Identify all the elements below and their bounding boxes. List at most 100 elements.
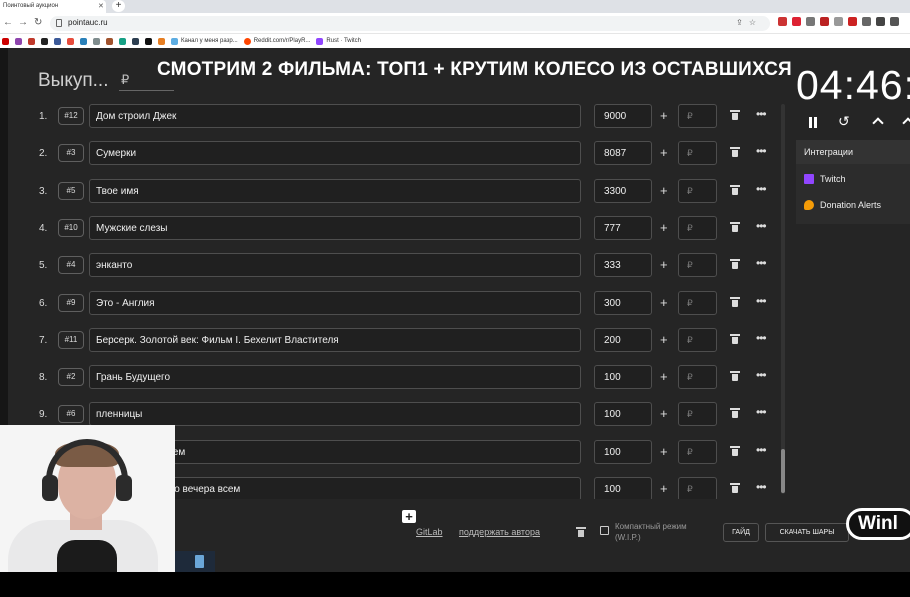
bookmark[interactable] [41, 37, 48, 45]
bookmark[interactable] [15, 37, 22, 45]
add-lot-icon[interactable]: + [402, 510, 416, 523]
more-icon[interactable]: ••• [756, 219, 767, 233]
menu-icon[interactable] [890, 17, 899, 26]
lot-name-input[interactable]: Грань Будущего [89, 365, 581, 390]
trash-icon[interactable] [730, 221, 740, 232]
lot-name-input[interactable]: Это - Англия [89, 290, 581, 315]
extension-icon[interactable] [806, 17, 815, 26]
support-author-link[interactable]: поддержать автора [459, 527, 540, 537]
bookmark[interactable] [28, 37, 35, 45]
lot-amount-input[interactable]: 3300 [594, 178, 652, 203]
extension-icon[interactable] [862, 17, 871, 26]
trash-icon[interactable] [730, 445, 740, 456]
bookmark[interactable]: Канал у меня разр... [171, 37, 238, 45]
lot-name-input[interactable]: пленницы [89, 402, 581, 427]
chevron-up-icon[interactable] [872, 117, 884, 129]
lot-amount-input[interactable]: 200 [594, 327, 652, 352]
bookmark[interactable]: Rust · Twitch [316, 37, 361, 45]
bookmark[interactable] [2, 37, 9, 45]
close-icon[interactable]: ✕ [98, 2, 104, 10]
lot-name-input[interactable]: Дом строил Джек [89, 104, 581, 128]
more-icon[interactable]: ••• [756, 107, 767, 121]
add-amount-icon[interactable]: + [660, 257, 668, 272]
more-icon[interactable]: ••• [756, 182, 767, 196]
add-amount-input[interactable]: ₽ [678, 290, 717, 315]
clear-all-trash-icon[interactable] [576, 527, 586, 537]
add-amount-input[interactable]: ₽ [678, 178, 717, 203]
bookmark[interactable] [145, 37, 152, 45]
trash-icon[interactable] [730, 333, 740, 344]
more-icon[interactable]: ••• [756, 480, 767, 494]
scroll-thumb[interactable] [781, 449, 785, 493]
trash-icon[interactable] [730, 147, 740, 158]
add-amount-icon[interactable]: + [660, 220, 668, 235]
bookmark[interactable] [158, 37, 165, 45]
add-amount-icon[interactable]: + [660, 145, 668, 160]
file-icon[interactable] [195, 555, 204, 568]
bookmark[interactable] [67, 37, 74, 45]
lot-amount-input[interactable]: 100 [594, 402, 652, 427]
more-icon[interactable]: ••• [756, 405, 767, 419]
lot-amount-input[interactable]: 777 [594, 215, 652, 240]
pause-icon[interactable] [808, 117, 818, 128]
extension-icon[interactable] [778, 17, 787, 26]
gitlab-link[interactable]: GitLab [416, 527, 443, 537]
browser-tab[interactable]: Поинтовый аукцион ✕ [0, 0, 106, 13]
trash-icon[interactable] [730, 296, 740, 307]
download-balls-button[interactable]: СКАЧАТЬ ШАРЫ [765, 523, 849, 542]
forward-icon[interactable]: → [18, 17, 28, 28]
integration-donation-alerts[interactable]: Donation Alerts [804, 200, 881, 210]
trash-icon[interactable] [730, 371, 740, 382]
restart-icon[interactable]: ↺ [838, 113, 850, 130]
add-amount-input[interactable]: ₽ [678, 439, 717, 464]
bookmark[interactable] [93, 37, 100, 45]
add-amount-icon[interactable]: + [660, 481, 668, 496]
trash-icon[interactable] [730, 110, 740, 120]
lot-amount-input[interactable]: 8087 [594, 141, 652, 166]
extension-icon[interactable] [820, 17, 829, 26]
add-amount-icon[interactable]: + [660, 332, 668, 347]
add-amount-icon[interactable]: + [660, 183, 668, 198]
more-icon[interactable]: ••• [756, 443, 767, 457]
more-icon[interactable]: ••• [756, 294, 767, 308]
trash-icon[interactable] [730, 259, 740, 270]
add-amount-icon[interactable]: + [660, 444, 668, 459]
trash-icon[interactable] [730, 483, 740, 493]
bookmark[interactable] [54, 37, 61, 45]
bookmark[interactable] [132, 37, 139, 45]
add-amount-input[interactable]: ₽ [678, 327, 717, 352]
add-amount-input[interactable]: ₽ [678, 402, 717, 427]
lot-amount-input[interactable]: 300 [594, 290, 652, 315]
extension-icon[interactable] [834, 17, 843, 26]
chevron-up-icon[interactable] [902, 117, 910, 129]
more-icon[interactable]: ••• [756, 144, 767, 158]
add-amount-icon[interactable]: + [660, 369, 668, 384]
scrollbar[interactable] [781, 104, 785, 494]
bookmark[interactable] [106, 37, 113, 45]
lot-amount-input[interactable]: 100 [594, 439, 652, 464]
add-amount-input[interactable]: ₽ [678, 477, 717, 499]
compact-mode-checkbox[interactable] [600, 526, 609, 535]
add-amount-icon[interactable]: + [660, 108, 668, 123]
lot-amount-input[interactable]: 9000 [594, 104, 652, 128]
address-bar[interactable]: pointauc.ru ⇪☆ [50, 16, 770, 31]
bookmark[interactable] [119, 37, 126, 45]
share-icon[interactable]: ⇪☆ [736, 18, 762, 27]
price-input[interactable]: ₽ [121, 72, 129, 88]
reload-icon[interactable]: ↻ [34, 17, 42, 28]
bookmark[interactable]: Reddit.com/r/PlayR... [243, 37, 310, 45]
extension-icon[interactable] [848, 17, 857, 26]
lot-name-input[interactable]: Мужские слезы [89, 215, 581, 240]
add-amount-input[interactable]: ₽ [678, 141, 717, 166]
add-amount-input[interactable]: ₽ [678, 253, 717, 278]
lot-amount-input[interactable]: 100 [594, 365, 652, 390]
add-amount-icon[interactable]: + [660, 295, 668, 310]
lot-name-input[interactable]: энканто [89, 253, 581, 278]
add-amount-input[interactable]: ₽ [678, 365, 717, 390]
trash-icon[interactable] [730, 408, 740, 419]
bookmark[interactable] [80, 37, 87, 45]
back-icon[interactable]: ← [3, 17, 13, 28]
add-amount-icon[interactable]: + [660, 406, 668, 421]
guide-button[interactable]: ГАЙД [723, 523, 759, 542]
add-amount-input[interactable]: ₽ [678, 215, 717, 240]
